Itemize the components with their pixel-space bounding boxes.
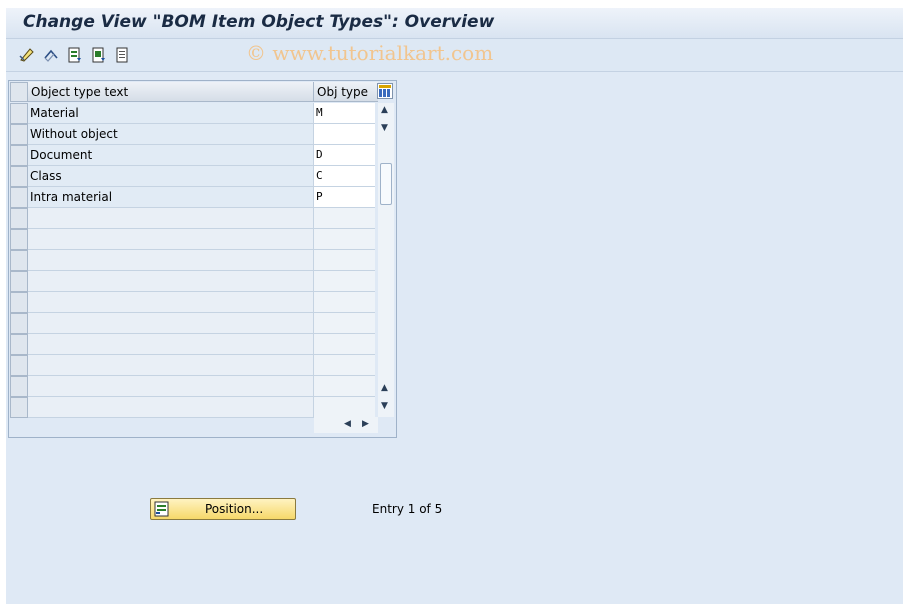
select-all-rows-button[interactable] — [10, 82, 28, 102]
title-bar: Change View "BOM Item Object Types": Ove… — [6, 8, 903, 39]
row-selector[interactable] — [10, 166, 28, 187]
object-type-text-cell — [28, 355, 314, 376]
object-type-text-cell: Material — [28, 103, 314, 124]
scrollbar-thumb[interactable] — [380, 163, 392, 205]
object-type-text-cell — [28, 250, 314, 271]
scroll-up-icon[interactable]: ▲ — [381, 105, 388, 115]
obj-type-input[interactable]: P — [314, 187, 375, 208]
object-type-text-cell: Class — [28, 166, 314, 187]
display-change-icon[interactable] — [18, 46, 36, 64]
row-selector[interactable] — [10, 376, 28, 397]
obj-type-input[interactable]: D — [314, 145, 375, 166]
deselect-all-icon[interactable] — [114, 46, 132, 64]
row-selector[interactable] — [10, 313, 28, 334]
obj-type-input[interactable]: C — [314, 166, 375, 187]
row-selector[interactable] — [10, 397, 28, 418]
row-selector[interactable] — [10, 334, 28, 355]
obj-type-input — [314, 208, 375, 229]
row-selector[interactable] — [10, 208, 28, 229]
select-block-icon[interactable] — [90, 46, 108, 64]
obj-type-input — [314, 355, 375, 376]
object-type-text-cell: Without object — [28, 124, 314, 145]
obj-type-input — [314, 271, 375, 292]
row-selector[interactable] — [10, 355, 28, 376]
entry-counter: Entry 1 of 5 — [372, 502, 443, 516]
object-type-text-cell — [28, 208, 314, 229]
obj-type-input — [314, 397, 375, 418]
position-button-label: Position... — [205, 502, 264, 516]
obj-type-input[interactable] — [314, 124, 375, 145]
object-type-text-cell — [28, 397, 314, 418]
row-selector[interactable] — [10, 229, 28, 250]
position-icon — [154, 501, 169, 517]
obj-type-input[interactable]: M — [314, 103, 375, 124]
row-selector[interactable] — [10, 124, 28, 145]
object-type-text-cell — [28, 292, 314, 313]
page-title: Change View "BOM Item Object Types": Ove… — [23, 12, 495, 32]
row-selector[interactable] — [10, 271, 28, 292]
select-all-icon[interactable] — [66, 46, 84, 64]
object-type-text-cell — [28, 376, 314, 397]
page-down-icon[interactable]: ▼ — [381, 123, 388, 133]
table-settings-icon[interactable] — [377, 83, 393, 99]
object-type-text-cell — [28, 271, 314, 292]
column-header-obj-type[interactable]: Obj type — [314, 82, 378, 102]
page-up-icon[interactable]: ▲ — [381, 383, 388, 393]
vertical-scrollbar[interactable]: ▲ ▼ ▲ ▼ — [378, 103, 394, 417]
object-types-table: Object type text Obj type Material M Witho… — [8, 80, 397, 438]
object-type-text-cell: Intra material — [28, 187, 314, 208]
object-type-text-cell — [28, 334, 314, 355]
row-selector[interactable] — [10, 292, 28, 313]
row-selector[interactable] — [10, 103, 28, 124]
horizontal-scrollbar[interactable]: ◀ ▶ — [314, 417, 378, 433]
column-header-object-type-text[interactable]: Object type text — [28, 82, 314, 102]
undo-change-icon[interactable] — [42, 46, 60, 64]
position-button[interactable]: Position... — [150, 498, 296, 520]
object-type-text-cell — [28, 229, 314, 250]
obj-type-input — [314, 250, 375, 271]
obj-type-input — [314, 292, 375, 313]
watermark: © www.tutorialkart.com — [246, 41, 494, 65]
scroll-down-icon[interactable]: ▼ — [381, 401, 388, 411]
scroll-right-icon[interactable]: ▶ — [362, 419, 369, 429]
obj-type-input — [314, 313, 375, 334]
object-type-text-cell — [28, 313, 314, 334]
obj-type-input — [314, 376, 375, 397]
row-selector[interactable] — [10, 250, 28, 271]
obj-type-input — [314, 334, 375, 355]
row-selector[interactable] — [10, 145, 28, 166]
obj-type-input — [314, 229, 375, 250]
row-selector[interactable] — [10, 187, 28, 208]
scroll-left-icon[interactable]: ◀ — [344, 419, 351, 429]
object-type-text-cell: Document — [28, 145, 314, 166]
